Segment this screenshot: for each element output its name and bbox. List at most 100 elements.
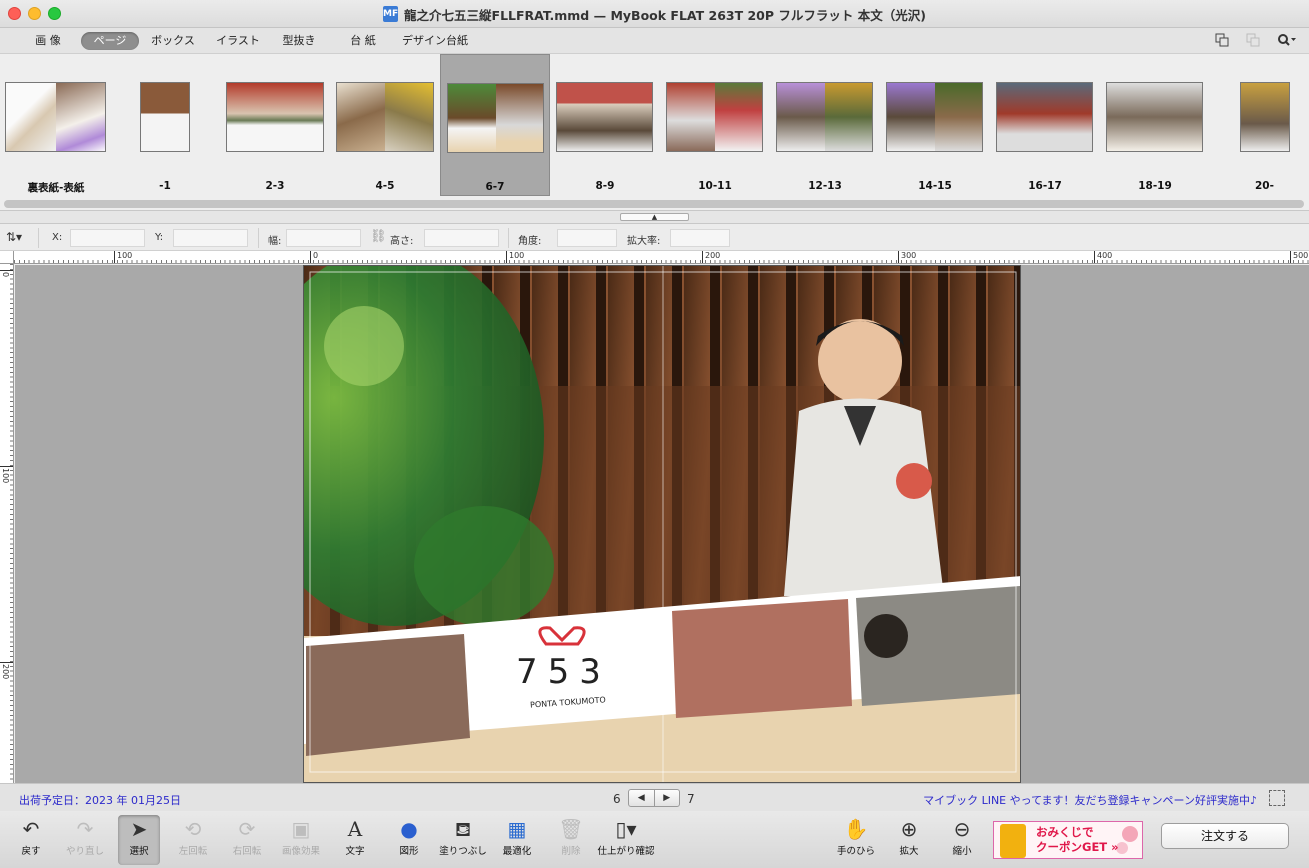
zoom-in-button[interactable]: ⊕ 拡大 xyxy=(883,815,935,865)
page-thumbnail-strip: 裏表紙-表紙 -1 2-3 4-5 6-7 8-9 10-11 12-13 14… xyxy=(0,54,1309,210)
search-icon[interactable] xyxy=(1276,33,1298,49)
tab-illust[interactable]: イラスト xyxy=(212,32,264,50)
image-effect-button[interactable]: ▣ 画像効果 xyxy=(275,815,327,865)
page-thumb-18-19[interactable]: 18-19 xyxy=(1100,54,1210,196)
width-field[interactable] xyxy=(286,229,361,247)
rotate-right-button[interactable]: ⟳ 右回転 xyxy=(221,815,273,865)
fill-tool-button[interactable]: ⛾ 塗りつぶし xyxy=(437,815,489,865)
vertical-ruler: 0 100 200 xyxy=(0,264,14,783)
collapse-up-icon[interactable]: ▲ xyxy=(620,213,689,221)
page-label: 8-9 xyxy=(595,180,615,192)
finish-preview-button[interactable]: ▯▾ 仕上がり確認 xyxy=(597,815,655,865)
tab-box[interactable]: ボックス xyxy=(146,32,200,50)
ruler-label: 500 xyxy=(1293,251,1309,260)
tool-label: 手のひら xyxy=(836,846,875,857)
prev-page-button[interactable]: ◀ xyxy=(629,790,654,806)
undo-button[interactable]: ↶ 戻す xyxy=(5,815,57,865)
scale-label: 拡大率: xyxy=(627,236,661,247)
page-thumb-14-15[interactable]: 14-15 xyxy=(880,54,990,196)
angle-field[interactable] xyxy=(557,229,617,247)
order-button[interactable]: 注文する xyxy=(1161,823,1289,849)
page-thumb-8-9[interactable]: 8-9 xyxy=(550,54,660,196)
pointer-icon: ➤ xyxy=(130,817,148,841)
page-thumb-cover[interactable]: 裏表紙-表紙 xyxy=(0,54,112,196)
ruler-label: 100 xyxy=(1,468,10,484)
horizontal-ruler: 100 0 100 200 300 400 500 xyxy=(14,251,1309,264)
optimize-button[interactable]: ▦ 最適化 xyxy=(491,815,543,865)
ruler-label: 0 xyxy=(313,251,319,260)
page-spread-6-7[interactable]: 753 PONTA TOKUMOTO xyxy=(303,265,1021,783)
x-field[interactable] xyxy=(70,229,145,247)
tab-mount[interactable]: 台 紙 xyxy=(340,32,386,50)
tool-label: 拡大 xyxy=(899,846,919,857)
tab-design-mount[interactable]: デザイン台紙 xyxy=(398,32,472,50)
image-effect-icon: ▣ xyxy=(291,817,311,841)
page-label: 12-13 xyxy=(808,180,842,192)
ship-date: 出荷予定日：2023 年 01月25日 xyxy=(19,794,181,807)
zoom-in-icon: ⊕ xyxy=(900,817,918,841)
tool-label: 図形 xyxy=(399,846,419,857)
page-left-number: 6 xyxy=(613,792,621,806)
tab-page[interactable]: ページ xyxy=(81,32,139,50)
y-field[interactable] xyxy=(173,229,248,247)
rotate-right-icon: ⟳ xyxy=(238,817,256,841)
align-menu-icon[interactable]: ⇅▾ xyxy=(6,230,22,244)
page-thumb-6-7[interactable]: 6-7 xyxy=(440,54,550,196)
zoom-out-button[interactable]: ⊖ 縮小 xyxy=(936,815,988,865)
rotate-left-icon: ⟲ xyxy=(184,817,202,841)
document-icon: MF xyxy=(383,6,398,22)
tool-label: 戻す xyxy=(21,846,41,857)
shape-tool-button[interactable]: ● 図形 xyxy=(383,815,435,865)
page-navigator: ◀ ▶ xyxy=(628,789,680,807)
trash-icon: 🗑 xyxy=(558,817,584,841)
page-label: 14-15 xyxy=(918,180,952,192)
window-title-group: MF 龍之介七五三縦FLLFRAT.mmd — MyBook FLAT 263T… xyxy=(0,0,1309,28)
tab-die-cut[interactable]: 型抜き xyxy=(276,32,322,50)
page-label: 裏表紙-表紙 xyxy=(27,182,85,194)
height-label: 高さ: xyxy=(390,236,414,247)
link-aspect-icon[interactable]: ⛓ xyxy=(370,229,387,244)
omikuji-coupon-banner[interactable]: おみくじで クーポンGET » xyxy=(993,821,1143,859)
ruler-label: 200 xyxy=(1,664,10,680)
page-thumb-10-11[interactable]: 10-11 xyxy=(660,54,770,196)
redo-button[interactable]: ↷ やり直し xyxy=(59,815,111,865)
editing-canvas[interactable]: 753 PONTA TOKUMOTO xyxy=(15,265,1309,783)
spread-artwork xyxy=(304,266,1020,782)
next-page-button[interactable]: ▶ xyxy=(653,790,680,806)
sub-photo-2[interactable] xyxy=(672,599,852,718)
ruler-corner xyxy=(0,251,14,264)
height-field[interactable] xyxy=(424,229,499,247)
tool-label: 選択 xyxy=(129,846,149,857)
page-thumb-16-17[interactable]: 16-17 xyxy=(990,54,1100,196)
sub-photo-1[interactable] xyxy=(306,634,470,756)
delete-button[interactable]: 🗑 削除 xyxy=(545,815,597,865)
tab-image[interactable]: 画 像 xyxy=(26,32,70,50)
text-tool-button[interactable]: A 文字 xyxy=(329,815,381,865)
fullscreen-icon[interactable] xyxy=(1269,790,1285,806)
panel-splitter[interactable]: ▲ xyxy=(0,210,1309,224)
property-bar: ⇅▾ X: Y: 幅: ⛓ 高さ: 角度: 拡大率: xyxy=(0,224,1309,251)
ruler-label: 400 xyxy=(1097,251,1113,260)
select-tool-button[interactable]: ➤ 選択 xyxy=(118,815,160,865)
hand-tool-button[interactable]: ✋ 手のひら xyxy=(830,815,882,865)
scale-field[interactable] xyxy=(670,229,730,247)
page-thumb-2-3[interactable]: 2-3 xyxy=(220,54,330,196)
window-title: 龍之介七五三縦FLLFRAT.mmd — MyBook FLAT 263T 20… xyxy=(404,7,926,23)
page-label: 4-5 xyxy=(375,180,395,192)
title-number: 753 xyxy=(516,652,611,692)
page-thumb-1[interactable]: -1 xyxy=(118,54,212,196)
page-thumb-20[interactable]: 20- xyxy=(1220,54,1309,196)
thumbnail-scrollbar[interactable] xyxy=(4,200,1304,208)
page-thumb-12-13[interactable]: 12-13 xyxy=(770,54,880,196)
page-label: 16-17 xyxy=(1028,180,1062,192)
tool-label: 塗りつぶし xyxy=(439,846,487,857)
optimize-icon: ▦ xyxy=(507,817,527,841)
rotate-left-button[interactable]: ⟲ 左回転 xyxy=(167,815,219,865)
duplicate-page-icon[interactable] xyxy=(1214,33,1230,49)
shape-icon: ● xyxy=(400,817,418,841)
page-label: 6-7 xyxy=(485,181,505,193)
line-promo-link[interactable]: マイブック LINE やってます！友だち登録キャンペーン好評実施中♪ xyxy=(923,792,1257,808)
page-thumb-4-5[interactable]: 4-5 xyxy=(330,54,440,196)
category-tab-bar: 画 像 ページ ボックス イラスト 型抜き 台 紙 デザイン台紙 xyxy=(0,28,1309,54)
page-right-number: 7 xyxy=(687,792,695,806)
